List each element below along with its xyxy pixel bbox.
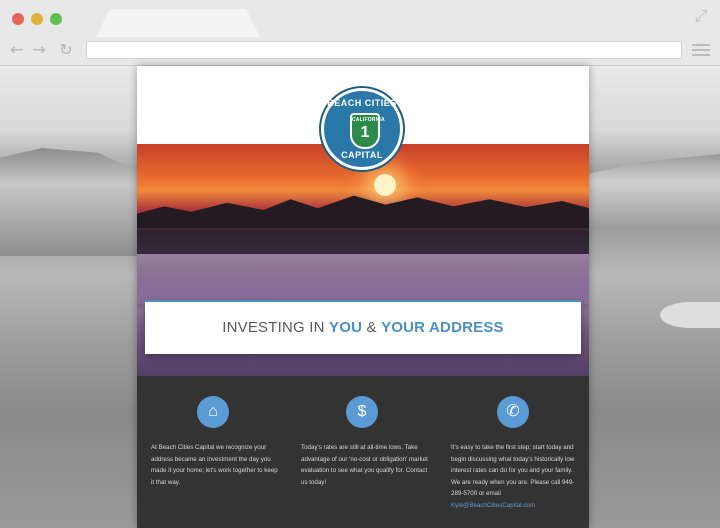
- close-window-button[interactable]: [12, 13, 24, 25]
- website-page: BEACH CITIES CALIFORNIA 1 CAPITAL INVEST…: [137, 66, 589, 528]
- feature-column-contact: ✆ It's easy to take the first step; star…: [451, 396, 581, 511]
- hamburger-menu-icon[interactable]: [692, 41, 710, 59]
- highway-shield-icon: CALIFORNIA 1: [350, 113, 385, 149]
- feature-column-home: ⌂ At Beach Cities Capital we recognize y…: [151, 396, 281, 488]
- home-icon: ⌂: [197, 396, 229, 428]
- logo-top-text: BEACH CITIES: [327, 98, 397, 108]
- feature-text-home: At Beach Cities Capital we recognize you…: [151, 444, 278, 486]
- fullscreen-icon[interactable]: ⤢: [692, 8, 710, 26]
- tagline-banner: INVESTING IN YOU & YOUR ADDRESS: [145, 300, 581, 354]
- wave: [660, 302, 720, 328]
- feature-text-rates: Today's rates are still at all-time lows…: [301, 444, 428, 486]
- tagline-part2: &: [362, 319, 382, 336]
- address-bar[interactable]: [86, 41, 682, 59]
- treeline: [137, 195, 589, 228]
- features-section: ⌂ At Beach Cities Capital we recognize y…: [137, 376, 589, 528]
- cliff-left: [0, 148, 140, 256]
- cliff-right: [588, 154, 720, 226]
- reload-icon[interactable]: ↻: [57, 41, 75, 59]
- dollar-icon: $: [346, 396, 378, 428]
- maximize-window-button[interactable]: [50, 13, 62, 25]
- tagline-part1: INVESTING IN: [222, 319, 329, 336]
- tagline-highlight-you: YOU: [329, 319, 363, 336]
- feature-column-rates: $ Today's rates are still at all-time lo…: [301, 396, 431, 488]
- browser-chrome: ⤢ ← → ↻: [0, 0, 720, 66]
- browser-tab[interactable]: [96, 9, 260, 37]
- tagline: INVESTING IN YOU & YOUR ADDRESS: [145, 302, 581, 354]
- beach-cities-capital-logo[interactable]: BEACH CITIES CALIFORNIA 1 CAPITAL: [321, 88, 403, 170]
- logo-bottom-text: CAPITAL: [341, 150, 383, 160]
- shoreline: [137, 254, 589, 304]
- forward-arrow-icon[interactable]: →: [30, 41, 48, 59]
- minimize-window-button[interactable]: [31, 13, 43, 25]
- email-link[interactable]: Kyle@BeachCitiesCapital.com: [451, 502, 535, 509]
- phone-icon: ✆: [497, 396, 529, 428]
- shield-number: 1: [360, 124, 370, 141]
- feature-text-contact: It's easy to take the first step; start …: [451, 442, 581, 511]
- back-arrow-icon[interactable]: ←: [8, 41, 26, 59]
- contact-text: It's easy to take the first step; start …: [451, 444, 575, 497]
- sun: [374, 174, 396, 196]
- tagline-highlight-address: YOUR ADDRESS: [381, 319, 504, 336]
